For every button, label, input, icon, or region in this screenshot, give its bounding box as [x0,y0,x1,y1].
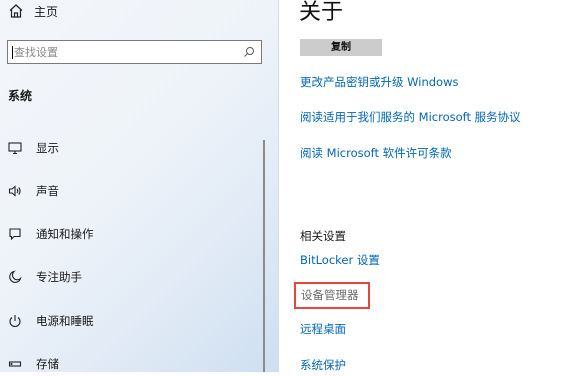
sidebar-item-label: 存储 [36,357,59,371]
sidebar-item-home[interactable]: 主页 [8,2,58,20]
text-caret [12,46,13,59]
sidebar-item-label: 声音 [36,184,59,198]
home-icon [8,3,24,19]
sidebar-item-sound[interactable]: 声音 [4,179,254,203]
sidebar-item-label: 电源和睡眠 [36,314,94,328]
sidebar-scrollbar[interactable] [263,140,265,372]
remote-desktop-link[interactable]: 远程桌面 [300,321,346,337]
sidebar-item-focus-assist[interactable]: 专注助手 [4,265,254,289]
bitlocker-settings-link[interactable]: BitLocker 设置 [300,252,380,268]
sidebar-item-display[interactable]: 显示 [4,136,254,160]
change-product-key-link[interactable]: 更改产品密钥或升级 Windows [300,74,459,90]
sidebar-item-power-sleep[interactable]: 电源和睡眠 [4,309,254,333]
storage-icon [6,355,24,373]
notification-icon [6,225,24,243]
page-title: 关于 [299,0,344,25]
section-title: 系统 [8,89,33,103]
sidebar-item-label: 专注助手 [36,270,82,284]
system-protection-link[interactable]: 系统保护 [300,357,346,373]
device-manager-link[interactable]: 设备管理器 [294,282,370,309]
sidebar-item-label: 主页 [34,4,59,19]
speaker-icon [6,182,24,200]
related-settings-title: 相关设置 [300,229,346,243]
monitor-icon [6,139,24,157]
copy-button[interactable]: 复制 [300,39,382,56]
service-agreement-link[interactable]: 阅读适用于我们服务的 Microsoft 服务协议 [300,109,521,125]
sidebar-item-label: 显示 [36,141,59,155]
search-box[interactable] [7,40,262,64]
sidebar-item-notifications[interactable]: 通知和操作 [4,222,254,246]
moon-icon [6,268,24,286]
power-icon [6,312,24,330]
sidebar-item-storage[interactable]: 存储 [4,352,254,376]
sidebar-item-label: 通知和操作 [36,227,94,241]
search-icon[interactable] [243,46,255,58]
main-content: 关于 复制 更改产品密钥或升级 Windows 阅读适用于我们服务的 Micro… [279,0,576,372]
search-input[interactable] [14,41,234,63]
sidebar: 主页 系统 显示 声音 [0,0,279,372]
license-terms-link[interactable]: 阅读 Microsoft 软件许可条款 [300,145,452,161]
